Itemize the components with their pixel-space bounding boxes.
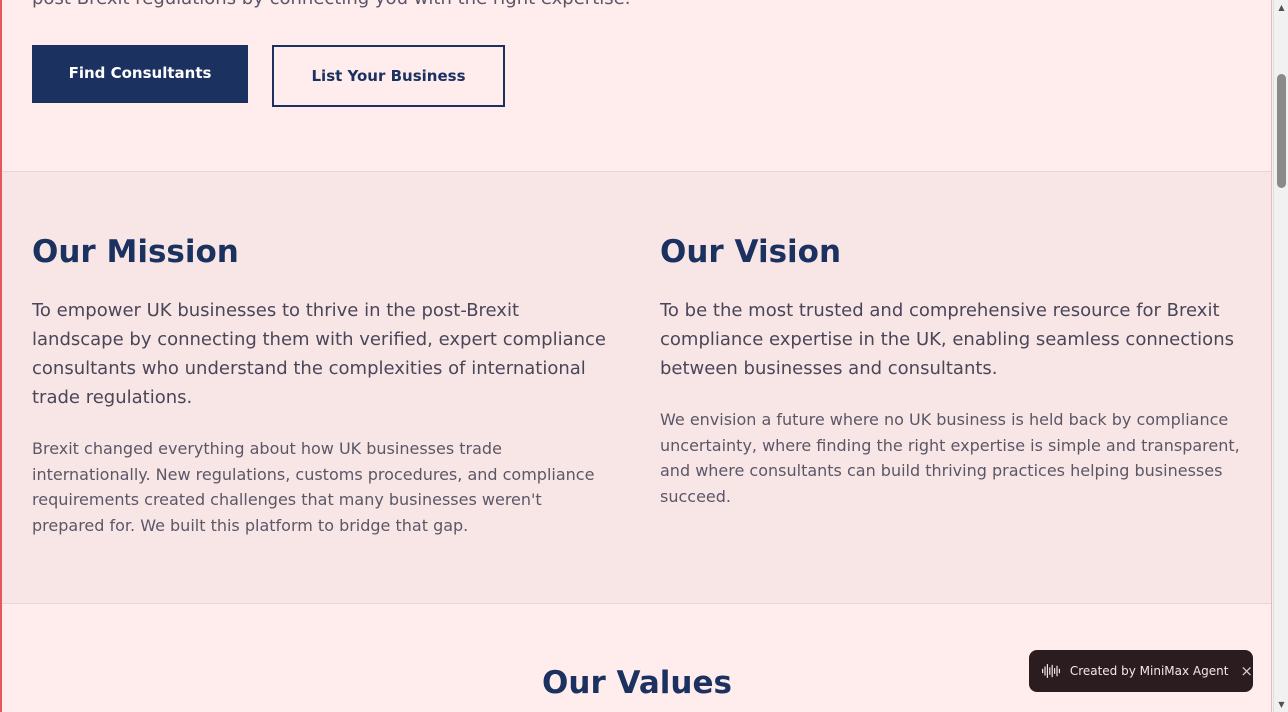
- badge-label: Created by MiniMax Agent: [1069, 664, 1229, 678]
- mission-lead: To empower UK businesses to thrive in th…: [32, 300, 606, 408]
- mission-body: Brexit changed everything about how UK b…: [32, 439, 595, 535]
- find-consultants-button[interactable]: Find Consultants: [32, 45, 248, 103]
- page: post-Brexit regulations by connecting yo…: [0, 0, 1272, 712]
- waveform-icon: [1042, 663, 1061, 679]
- scroll-down-arrow-icon[interactable]: ▼: [1274, 697, 1288, 712]
- minimax-agent-badge[interactable]: Created by MiniMax Agent ×: [1029, 650, 1253, 692]
- mission-title: Our Mission: [32, 234, 239, 270]
- list-your-business-button[interactable]: List Your Business: [272, 45, 505, 107]
- vision-body: We envision a future where no UK busines…: [660, 410, 1240, 506]
- hero-section: post-Brexit regulations by connecting yo…: [2, 0, 1271, 172]
- close-icon[interactable]: ×: [1240, 662, 1253, 680]
- scroll-up-arrow-icon[interactable]: ▲: [1274, 0, 1288, 15]
- scroll-thumb[interactable]: [1277, 74, 1286, 188]
- mission-vision-section: Our Mission To empower UK businesses to …: [2, 172, 1271, 604]
- vision-title: Our Vision: [660, 234, 842, 270]
- vertical-scrollbar[interactable]: ▲ ▼: [1273, 0, 1288, 712]
- vision-lead: To be the most trusted and comprehensive…: [660, 300, 1234, 379]
- hero-description: post-Brexit regulations by connecting yo…: [32, 0, 630, 9]
